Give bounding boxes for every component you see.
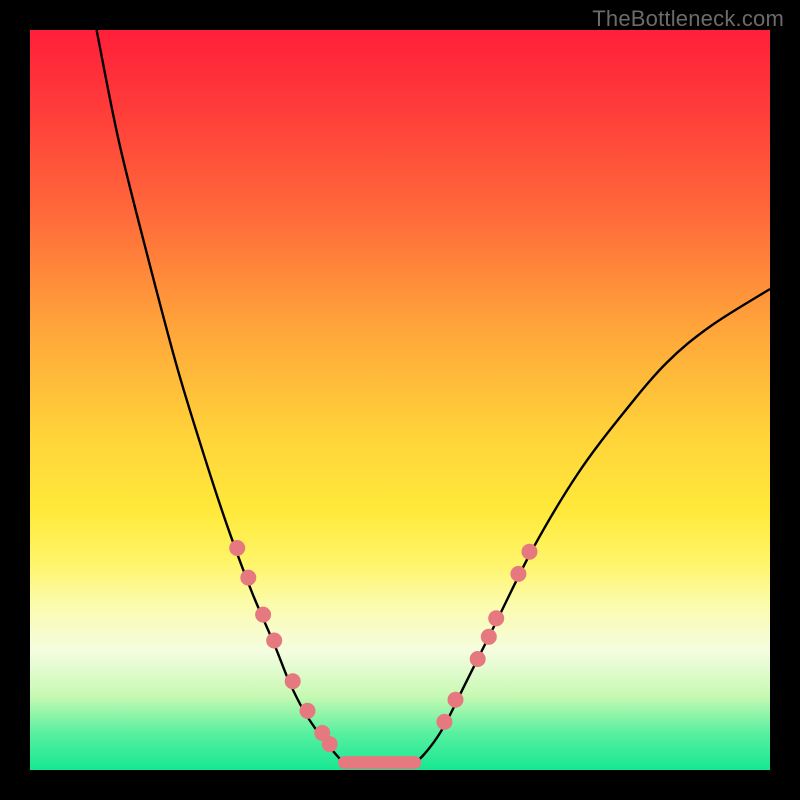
watermark-text: TheBottleneck.com bbox=[592, 6, 784, 32]
plot-area bbox=[30, 30, 770, 770]
marker-dot bbox=[240, 570, 256, 586]
marker-dot bbox=[322, 736, 338, 752]
marker-dot bbox=[488, 610, 504, 626]
marker-dot bbox=[436, 714, 452, 730]
chart-frame: TheBottleneck.com bbox=[0, 0, 800, 800]
marker-dot bbox=[300, 703, 316, 719]
marker-dot bbox=[470, 651, 486, 667]
marker-dot bbox=[510, 566, 526, 582]
chart-svg bbox=[30, 30, 770, 770]
marker-dot bbox=[522, 544, 538, 560]
marker-dots bbox=[229, 540, 537, 752]
marker-dot bbox=[481, 629, 497, 645]
marker-dot bbox=[285, 673, 301, 689]
curve-left bbox=[97, 30, 415, 764]
marker-dot bbox=[255, 607, 271, 623]
marker-dot bbox=[266, 633, 282, 649]
marker-dot bbox=[229, 540, 245, 556]
marker-dot bbox=[448, 692, 464, 708]
curve-right bbox=[345, 289, 771, 764]
